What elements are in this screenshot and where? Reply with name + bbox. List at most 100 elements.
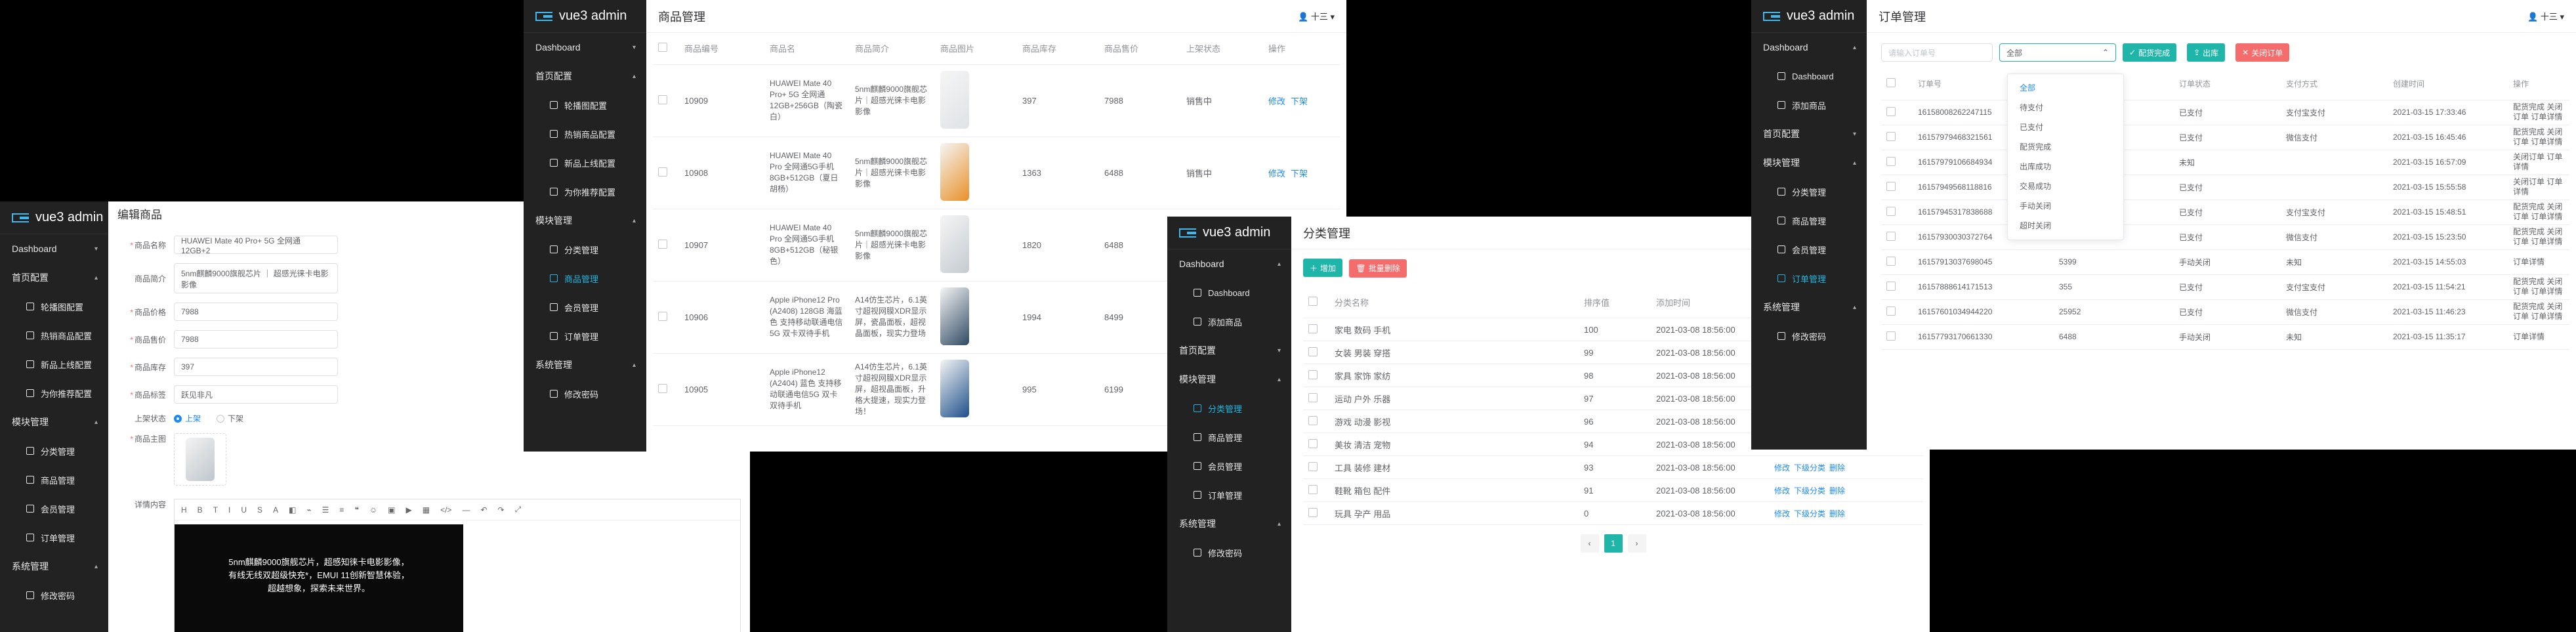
order-ops[interactable]: 配货完成 关闭订单 订单详情 [2508, 100, 2569, 125]
strike-icon[interactable]: S [257, 505, 262, 515]
sidebar-item-dashboard[interactable]: Dashboard ▾ [524, 33, 646, 62]
user-menu[interactable]: 👤 十三 ▾ [1298, 10, 1335, 22]
sidebar-item-order[interactable]: 订单管理 [1167, 480, 1291, 509]
order-ops[interactable]: 订单详情 [2508, 249, 2569, 275]
sidebar-item-new[interactable]: 新品上线配置 [524, 148, 646, 177]
sidebar-item-new[interactable]: 新品上线配置 [0, 350, 108, 379]
field-input[interactable]: HUAWEI Mate 40 Pro+ 5G 全网通 12GB+2 [174, 236, 338, 255]
edit-link[interactable]: 修改 [1774, 463, 1790, 473]
sidebar-item-dashboard-link[interactable]: Dashboard [1751, 62, 1867, 91]
order-search-input[interactable]: 请输入订单号 [1881, 43, 1993, 62]
sidebar-item-carousel[interactable]: 轮播图配置 [0, 292, 108, 321]
edit-link[interactable]: 修改 [1268, 169, 1285, 179]
batch-delete-button[interactable]: 🗑 批量删除 [1349, 259, 1407, 278]
row-checkbox[interactable] [1886, 281, 1896, 291]
status-select[interactable]: 全部 ⌃ [1999, 43, 2116, 62]
order-ops[interactable]: 配货完成 关闭订单 订单详情 [2508, 299, 2569, 325]
table-icon[interactable]: ▦ [423, 505, 430, 515]
sidebar-item-add-goods[interactable]: 添加商品 [1751, 91, 1867, 119]
sidebar-item-member[interactable]: 会员管理 [1167, 452, 1291, 480]
subcategory-link[interactable]: 下级分类 [1794, 509, 1825, 518]
edit-link[interactable]: 修改 [1774, 486, 1790, 495]
delete-link[interactable]: 删除 [1829, 486, 1845, 495]
next-page-button[interactable]: › [1627, 534, 1646, 553]
row-checkbox[interactable] [1886, 206, 1896, 216]
row-checkbox[interactable] [1308, 324, 1318, 333]
sidebar-item-category[interactable]: 分类管理 [1167, 394, 1291, 423]
sidebar-item-goods[interactable]: 商品管理 [0, 465, 108, 494]
sidebar-item-dashboard[interactable]: Dashboard ▾ [0, 234, 108, 263]
sidebar-item-goods[interactable]: 商品管理 [1751, 206, 1867, 235]
dropdown-option[interactable]: 配货完成 [2008, 137, 2123, 157]
select-all-checkbox[interactable] [1886, 78, 1896, 88]
sidebar-item-order[interactable]: 订单管理 [524, 322, 646, 350]
dropdown-option[interactable]: 超时关闭 [2008, 216, 2123, 236]
sidebar-group-system[interactable]: 系统管理 ▴ [524, 350, 646, 379]
add-button[interactable]: ＋ 增加 [1303, 259, 1343, 277]
quote-icon[interactable]: ❝ [354, 505, 358, 515]
delete-link[interactable]: 删除 [1829, 463, 1845, 473]
dropdown-option[interactable]: 全部 [2008, 78, 2123, 98]
field-input[interactable]: 5nm麒麟9000旗舰芯片 ｜ 超感光徕卡电影影像 [174, 263, 338, 293]
italic-icon[interactable]: I [228, 505, 230, 515]
row-checkbox[interactable] [1886, 106, 1896, 116]
row-checkbox[interactable] [1308, 392, 1318, 402]
row-checkbox[interactable] [1886, 256, 1896, 266]
font-size-icon[interactable]: T [213, 505, 218, 515]
code-icon[interactable]: </> [440, 505, 451, 515]
sidebar-item-order[interactable]: 订单管理 [0, 523, 108, 552]
sidebar-item-hot[interactable]: 热销商品配置 [524, 119, 646, 148]
emoji-icon[interactable]: ☺ [369, 505, 377, 515]
dropdown-option[interactable]: 出库成功 [2008, 157, 2123, 177]
field-input[interactable]: 7988 [174, 330, 338, 348]
order-ops[interactable]: 订单详情 [2508, 324, 2569, 350]
sidebar-group-module[interactable]: 模块管理 ▴ [0, 408, 108, 436]
sidebar-item-recommend[interactable]: 为你推荐配置 [524, 177, 646, 206]
sidebar-group-system[interactable]: 系统管理 ▴ [1167, 509, 1291, 538]
video-icon[interactable]: ▶ [406, 505, 412, 515]
image-upload[interactable] [174, 433, 226, 486]
sidebar-item-goods[interactable]: 商品管理 [524, 264, 646, 293]
order-ops[interactable]: 配货完成 关闭订单 订单详情 [2508, 224, 2569, 250]
row-checkbox[interactable] [1886, 331, 1896, 341]
row-checkbox[interactable] [658, 95, 667, 104]
prev-page-button[interactable]: ‹ [1580, 534, 1599, 553]
sidebar-item-carousel[interactable]: 轮播图配置 [524, 91, 646, 119]
off-shelf-link[interactable]: 下架 [1291, 96, 1308, 106]
row-checkbox[interactable] [1886, 131, 1896, 141]
sidebar-item-password[interactable]: 修改密码 [1167, 538, 1291, 567]
sidebar-group-module[interactable]: 模块管理 ▴ [524, 206, 646, 235]
row-checkbox[interactable] [1308, 369, 1318, 379]
row-checkbox[interactable] [658, 311, 667, 321]
bold-icon[interactable]: B [197, 505, 203, 515]
dropdown-option[interactable]: 手动关闭 [2008, 196, 2123, 216]
sidebar-item-dashboard[interactable]: Dashboard ▴ [1167, 249, 1291, 278]
sidebar-item-member[interactable]: 会员管理 [1751, 235, 1867, 264]
row-checkbox[interactable] [1308, 461, 1318, 471]
rich-editor[interactable]: H B T I U S A ◧ ⌁ ☰ ≡ ❝ ☺ ▣ ▶ ▦ </> — ↶ ↷ ⤢ 5nm麒麟9000旗舰芯片，超感… [174, 499, 741, 632]
sidebar-item-password[interactable]: 修改密码 [524, 379, 646, 408]
field-input[interactable]: 397 [174, 358, 338, 376]
image-icon[interactable]: ▣ [388, 505, 395, 515]
radio-off[interactable] [217, 414, 225, 423]
sidebar-item-category[interactable]: 分类管理 [0, 436, 108, 465]
sidebar-group-home-config[interactable]: 首页配置 ▴ [0, 263, 108, 292]
order-ops[interactable]: 关闭订单 订单详情 [2508, 175, 2569, 200]
done-button[interactable]: ✓ 配货完成 [2123, 43, 2177, 62]
bgcolor-icon[interactable]: ◧ [289, 505, 296, 515]
sidebar-group-system[interactable]: 系统管理 ▴ [1751, 293, 1867, 322]
row-checkbox[interactable] [1308, 438, 1318, 448]
out-button[interactable]: ⇪ 出库 [2187, 43, 2226, 62]
sidebar-group-home-config[interactable]: 首页配置 ▴ [524, 62, 646, 91]
row-checkbox[interactable] [1308, 507, 1318, 517]
heading-icon[interactable]: H [181, 505, 187, 515]
row-checkbox[interactable] [658, 167, 667, 177]
delete-link[interactable]: 删除 [1829, 509, 1845, 518]
sidebar-group-system[interactable]: 系统管理 ▴ [0, 552, 108, 581]
sidebar-item-password[interactable]: 修改密码 [0, 581, 108, 610]
sidebar-group-module[interactable]: 模块管理 ▴ [1167, 365, 1291, 394]
row-checkbox[interactable] [1308, 415, 1318, 425]
off-shelf-link[interactable]: 下架 [1291, 169, 1308, 179]
user-menu[interactable]: 👤 十三 ▾ [2527, 10, 2564, 22]
sidebar-item-category[interactable]: 分类管理 [1751, 177, 1867, 206]
